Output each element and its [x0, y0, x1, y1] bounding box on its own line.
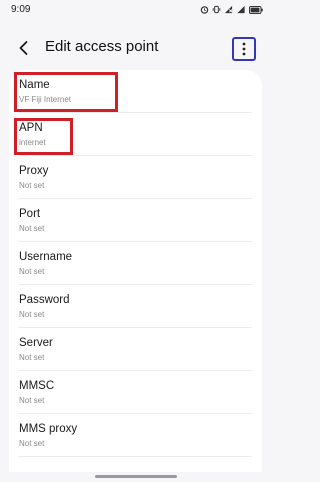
divider [19, 456, 252, 457]
mmsc-label: MMSC [19, 380, 55, 392]
home-indicator[interactable] [95, 475, 177, 478]
app-bar: Edit access point [0, 26, 271, 70]
status-time: 9:09 [11, 4, 31, 15]
username-label: Username [19, 251, 73, 263]
mmsc-value: Not set [19, 396, 45, 405]
list-item-password[interactable]: Password Not set [9, 285, 262, 328]
status-bar: 9:09 [0, 0, 271, 22]
password-value: Not set [19, 310, 45, 319]
proxy-value: Not set [19, 181, 45, 190]
list-item-server[interactable]: Server Not set [9, 328, 262, 371]
list-item-username[interactable]: Username Not set [9, 242, 262, 285]
mms-proxy-label: MMS proxy [19, 423, 78, 435]
signal-icon [236, 5, 246, 14]
back-arrow-icon [19, 41, 28, 55]
page-title: Edit access point [45, 38, 159, 55]
list-item-proxy[interactable]: Proxy Not set [9, 156, 262, 199]
port-label: Port [19, 208, 41, 220]
server-label: Server [19, 337, 53, 349]
list-item-mmsc[interactable]: MMSC Not set [9, 371, 262, 414]
alarm-icon [200, 5, 209, 14]
vibrate-icon [212, 5, 221, 14]
mms-proxy-value: Not set [19, 439, 45, 448]
back-button[interactable] [13, 37, 35, 59]
proxy-label: Proxy [19, 165, 49, 177]
more-options-button[interactable] [232, 37, 256, 61]
list-item-port[interactable]: Port Not set [9, 199, 262, 242]
more-vert-icon [242, 42, 246, 56]
list-item-mms-proxy[interactable]: MMS proxy Not set [9, 414, 262, 457]
signal-muted-icon [224, 5, 233, 14]
port-value: Not set [19, 224, 45, 233]
name-highlight-box [14, 72, 118, 112]
username-value: Not set [19, 267, 45, 276]
password-label: Password [19, 294, 70, 306]
status-icons [200, 5, 263, 14]
server-value: Not set [19, 353, 45, 362]
battery-icon [249, 5, 263, 14]
apn-highlight-box [14, 118, 73, 155]
